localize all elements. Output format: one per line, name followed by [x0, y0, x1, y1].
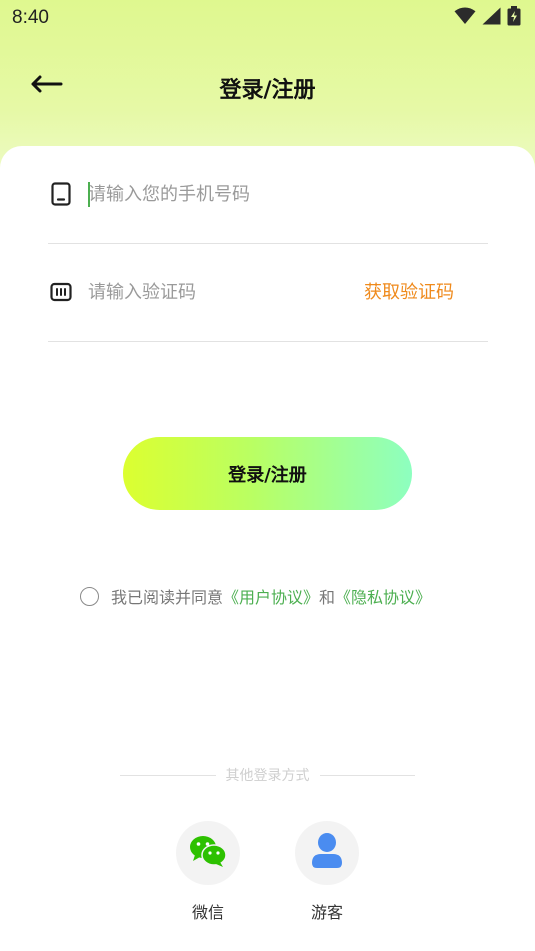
page-title: 登录/注册	[219, 78, 316, 103]
wechat-login-label: 微信	[191, 903, 224, 922]
wechat-icon-circle	[176, 821, 240, 885]
wechat-login-button[interactable]: 微信	[176, 821, 240, 923]
signal-icon	[482, 7, 501, 29]
agreement-row: 我已阅读并同意 《用户协议》 和 《隐私协议》	[80, 584, 431, 608]
user-icon-circle	[295, 821, 359, 885]
privacy-policy-link[interactable]: 《隐私协议》	[335, 584, 431, 608]
guest-login-label: 游客	[310, 903, 343, 922]
get-code-button[interactable]: 获取验证码	[364, 278, 454, 304]
agreement-prefix: 我已阅读并同意	[111, 588, 224, 607]
code-icon	[50, 280, 72, 304]
wifi-icon	[454, 7, 476, 29]
user-agreement-link[interactable]: 《用户协议》	[223, 584, 319, 608]
divider-line-right	[319, 774, 415, 776]
guest-login-button[interactable]: 游客	[295, 821, 359, 923]
status-icons	[454, 6, 521, 30]
status-bar: 8:40	[0, 0, 535, 36]
login-register-button[interactable]: 登录/注册	[123, 437, 412, 510]
agreement-radio[interactable]	[80, 586, 99, 606]
status-time: 8:40	[12, 7, 49, 28]
divider-line-left	[120, 774, 216, 776]
wechat-icon	[189, 834, 227, 872]
phone-icon	[50, 182, 72, 206]
alt-login-title: 其他登录方式	[225, 768, 310, 784]
battery-charging-icon	[507, 6, 521, 30]
app-header: 登录/注册	[0, 58, 535, 114]
code-field: 获取验证码	[48, 244, 488, 342]
text-cursor	[88, 182, 90, 207]
agreement-and: 和	[319, 588, 336, 607]
alt-login-divider: 其他登录方式	[120, 764, 415, 786]
phone-input[interactable]	[88, 176, 348, 212]
phone-field	[48, 146, 488, 244]
code-input[interactable]	[88, 274, 348, 310]
user-icon	[311, 832, 343, 874]
